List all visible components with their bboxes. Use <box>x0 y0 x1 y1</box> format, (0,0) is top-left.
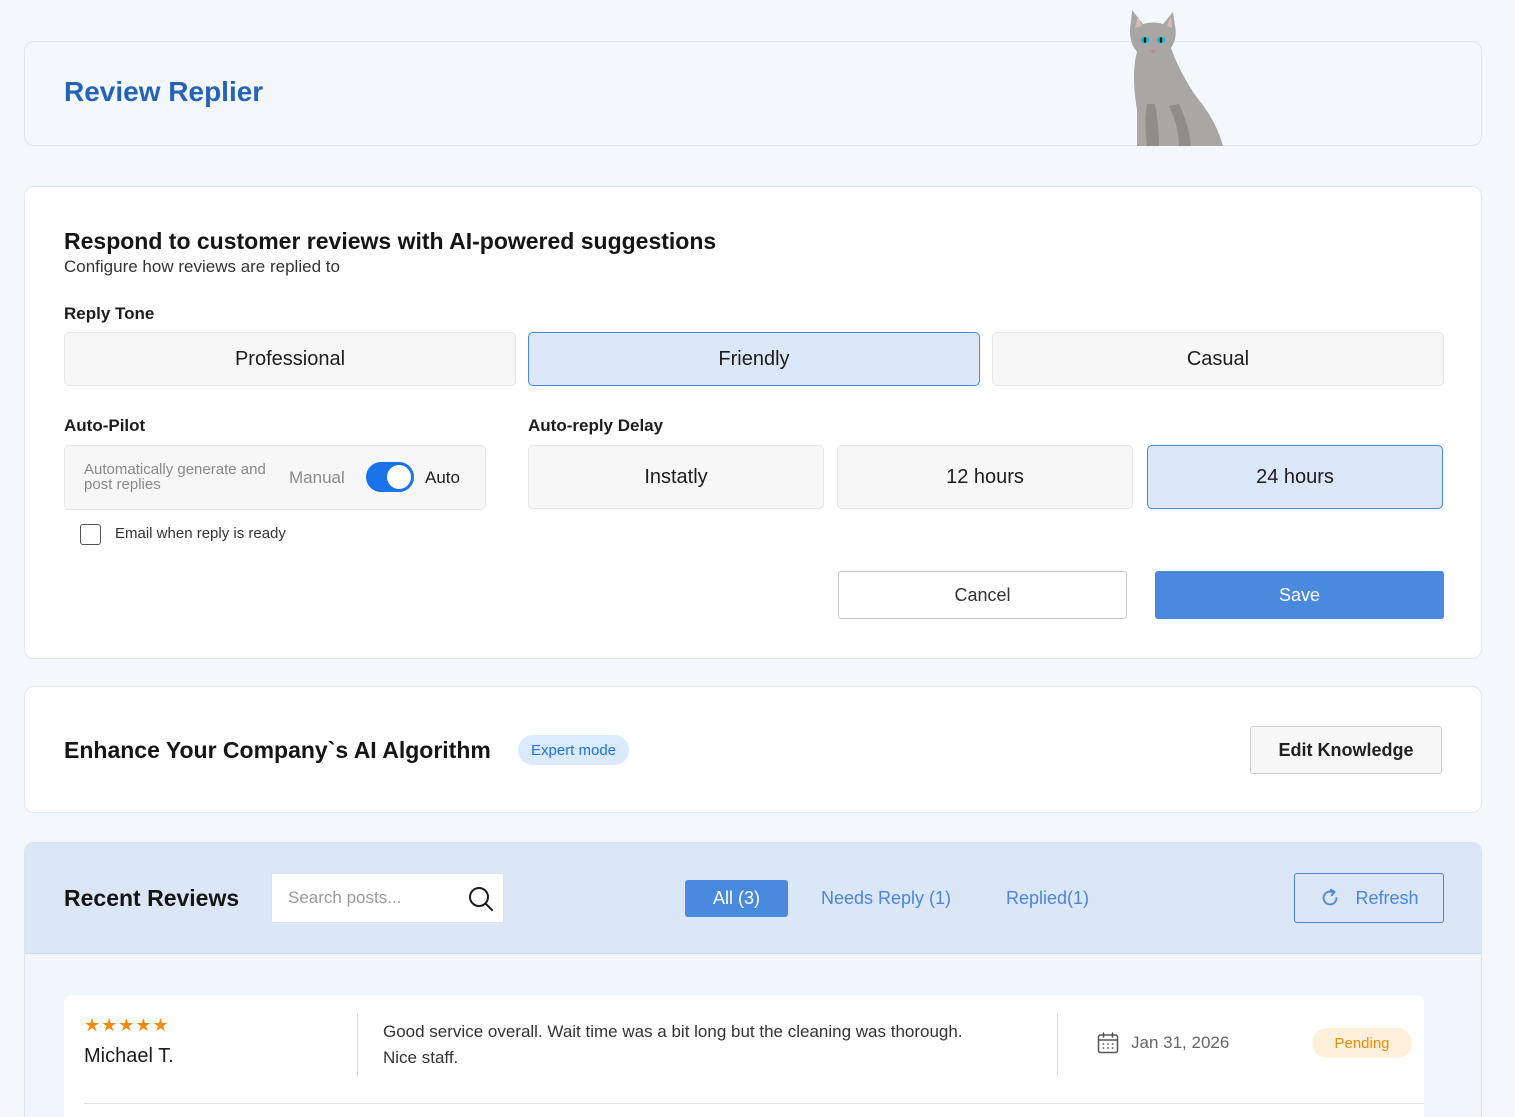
refresh-label: Refresh <box>1355 887 1419 908</box>
app-title: Review Replier <box>64 76 264 107</box>
tab-replied[interactable]: Replied(1) <box>1006 880 1089 917</box>
review-text: Good service overall. Wait time was a bi… <box>383 1022 963 1067</box>
toggle-knob <box>387 465 411 489</box>
cancel-button[interactable]: Cancel <box>838 571 1127 619</box>
reply-tone-label: Reply Tone <box>64 304 155 323</box>
refresh-button[interactable]: Refresh <box>1294 873 1444 923</box>
enhance-title: Enhance Your Company`s AI Algorithm <box>64 737 491 763</box>
settings-title: Respond to customer reviews with AI-powe… <box>64 228 717 254</box>
reviews-card: Recent Reviews All (3) Needs Reply (1) R… <box>24 842 1482 1117</box>
settings-subtitle: Configure how reviews are replied to <box>64 257 340 276</box>
row-divider <box>84 1103 1424 1104</box>
reviews-title: Recent Reviews <box>64 885 240 911</box>
toggle-auto-label: Auto <box>425 468 460 487</box>
review-row[interactable]: ★★★★★ Michael T. Good service overall. W… <box>64 995 1424 1117</box>
delay-option-24-hours[interactable]: 24 hours <box>1147 445 1443 509</box>
search-box <box>271 873 504 923</box>
auto-pilot-toggle[interactable] <box>366 462 414 492</box>
column-divider <box>1057 1013 1058 1077</box>
reviews-header: Recent Reviews All (3) Needs Reply (1) R… <box>25 843 1481 954</box>
status-badge: Pending <box>1312 1028 1412 1058</box>
refresh-icon <box>1323 888 1338 906</box>
header-card: Review Replier <box>24 10 1482 146</box>
search-icon[interactable] <box>467 885 495 913</box>
calendar-icon <box>1097 1032 1119 1054</box>
auto-reply-delay-label: Auto-reply Delay <box>528 416 664 435</box>
auto-pilot-panel: Automatically generate and post replies … <box>64 445 486 510</box>
save-button[interactable]: Save <box>1155 571 1444 619</box>
delay-option-12-hours[interactable]: 12 hours <box>837 445 1133 509</box>
tab-needs-reply[interactable]: Needs Reply (1) <box>821 880 951 917</box>
toggle-manual-label: Manual <box>289 468 345 487</box>
email-checkbox-label[interactable]: Email when reply is ready <box>115 525 286 542</box>
star-rating: ★★★★★ <box>84 1015 170 1035</box>
tone-option-casual[interactable]: Casual <box>992 332 1444 386</box>
tab-all[interactable]: All (3) <box>685 880 788 917</box>
enhance-card: Enhance Your Company`s AI Algorithm Expe… <box>24 686 1482 813</box>
auto-pilot-description: Automatically generate and post replies <box>84 461 266 493</box>
settings-card: Respond to customer reviews with AI-powe… <box>24 186 1482 659</box>
tone-option-friendly[interactable]: Friendly <box>528 332 980 386</box>
tone-option-professional[interactable]: Professional <box>64 332 516 386</box>
delay-option-instantly[interactable]: Instatly <box>528 445 824 509</box>
column-divider <box>357 1013 358 1077</box>
cat-illustration <box>1129 10 1223 146</box>
email-checkbox[interactable] <box>80 524 101 545</box>
edit-knowledge-button[interactable]: Edit Knowledge <box>1250 726 1442 774</box>
expert-mode-badge: Expert mode <box>518 735 630 765</box>
review-date: Jan 31, 2026 <box>1131 1033 1230 1052</box>
review-author: Michael T. <box>84 1045 174 1067</box>
auto-pilot-label: Auto-Pilot <box>64 416 146 435</box>
search-input[interactable] <box>288 874 458 922</box>
